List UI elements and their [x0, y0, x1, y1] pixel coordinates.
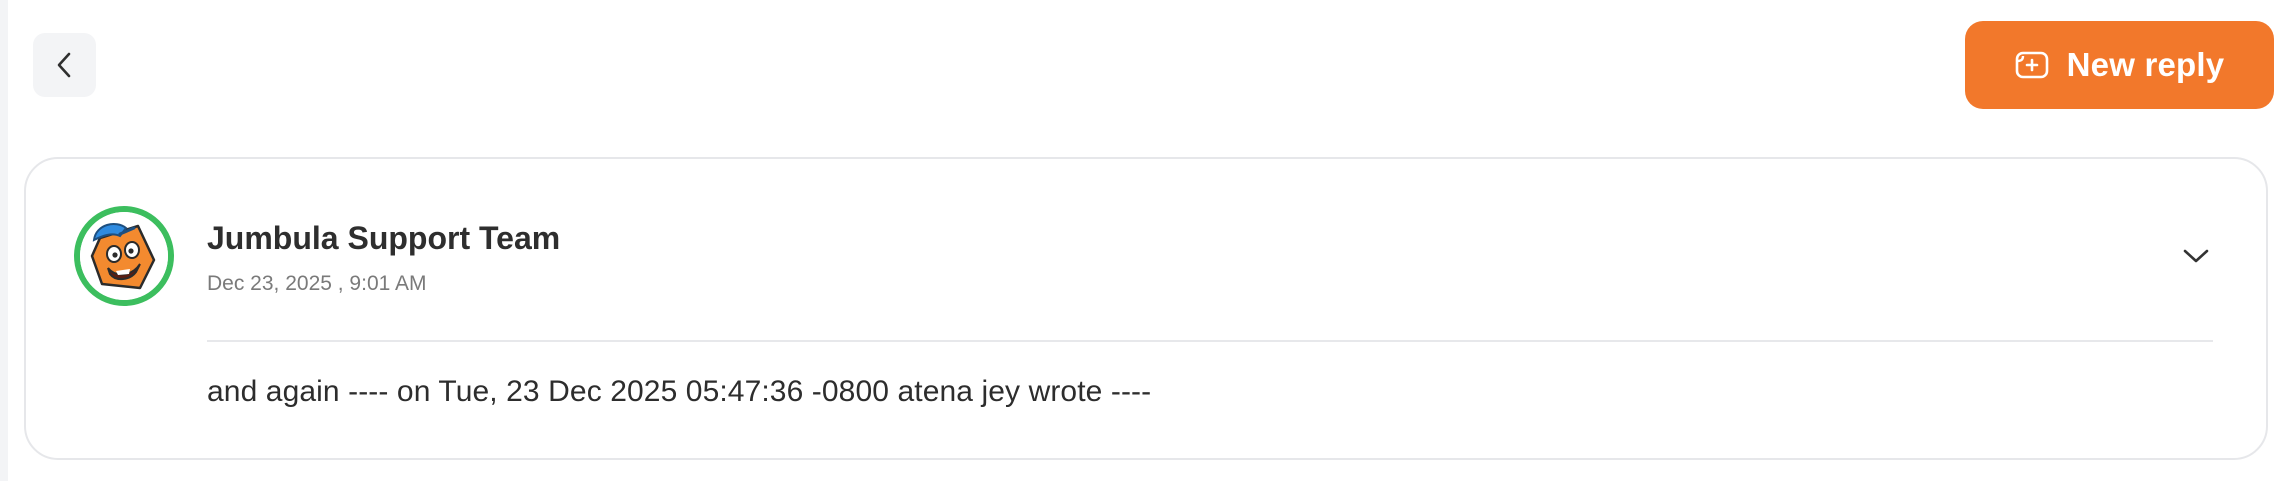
ticket-detail-page: New reply Jumbula Support Team Dec 23, 2…	[0, 0, 2293, 481]
new-reply-button[interactable]: New reply	[1965, 21, 2274, 109]
divider	[207, 340, 2213, 342]
author-name: Jumbula Support Team	[207, 220, 561, 256]
chevron-down-icon	[2182, 247, 2210, 270]
avatar	[74, 206, 174, 306]
sidebar-edge	[0, 0, 8, 481]
new-reply-label: New reply	[2066, 46, 2225, 83]
reply-plus-icon	[2015, 50, 2049, 80]
message-timestamp: Dec 23, 2025 , 9:01 AM	[207, 272, 427, 295]
back-button[interactable]	[33, 33, 96, 97]
expand-toggle[interactable]	[2176, 238, 2216, 278]
message-card	[24, 157, 2268, 460]
message-body: and again ---- on Tue, 23 Dec 2025 05:47…	[207, 375, 1152, 408]
chevron-left-icon	[52, 50, 78, 80]
